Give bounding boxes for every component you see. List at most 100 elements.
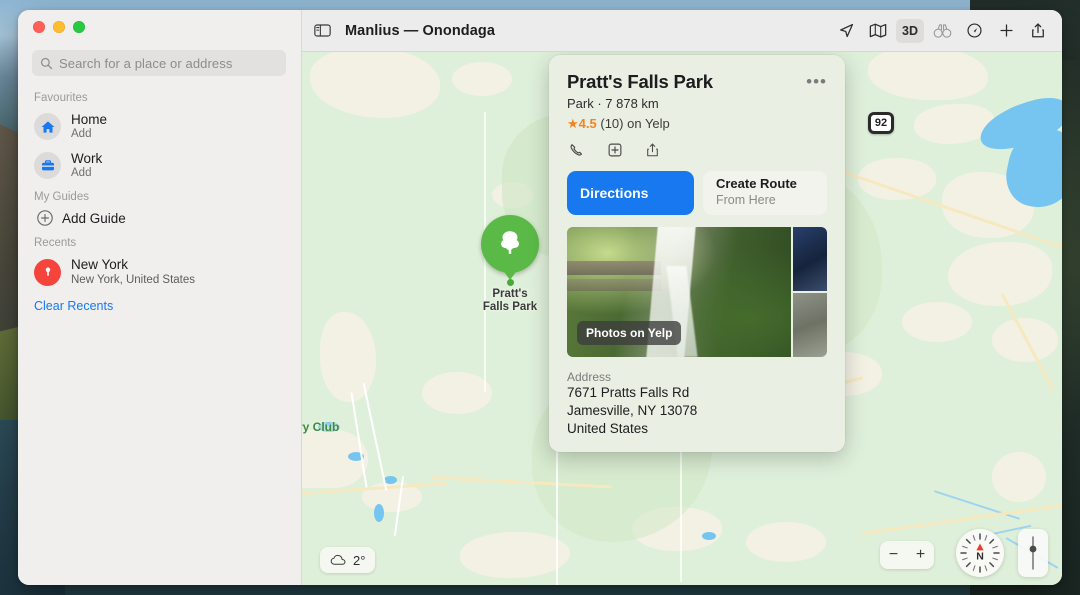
add-to-guide-icon[interactable] [607,142,623,158]
share-icon[interactable] [645,142,660,158]
weather-widget[interactable]: 2° [320,547,376,573]
window-controls [33,21,85,33]
sidebar-toggle-icon[interactable] [314,23,331,38]
pitch-slider[interactable] [1018,529,1048,577]
photo-rock-layer [567,279,662,291]
close-button[interactable] [33,21,45,33]
sidebar: Search for a place or address Favourites… [18,10,302,585]
search-icon [40,57,53,70]
route-shield-92: 92 [868,112,894,134]
map-pin-icon [34,258,61,286]
sidebar-item-recent-new-york[interactable]: New York New York, United States [18,253,301,291]
sidebar-item-add-guide[interactable]: Add Guide [18,206,301,230]
map-pond [702,532,716,540]
route-shield-number: 92 [871,115,891,131]
map-land-patch [422,372,492,414]
recent-title: New York [71,257,129,272]
place-photo-strip[interactable]: Photos on Yelp [567,227,827,357]
main-area: Manlius — Onondaga 3D 92 ry Club Pratt's… [302,10,1062,585]
cloud-icon [330,554,347,566]
poi-pin-bubble [481,215,539,273]
add-guide-label: Add Guide [62,210,126,226]
map-land-patch [902,302,972,342]
zoom-controls: − + [880,541,934,569]
recent-subtitle: New York, United States [71,274,196,286]
svg-text:N: N [976,551,984,563]
three-d-label: 3D [902,23,918,38]
poi-label-line1: Pratt's [492,288,528,300]
map-land-patch [310,52,440,118]
map-land-patch [746,522,826,562]
work-title: Work [71,151,103,166]
phone-icon[interactable] [569,142,585,158]
place-card-header: Pratt's Falls Park ••• [567,71,827,93]
map-land-patch [868,52,988,100]
more-options-button[interactable]: ••• [806,73,827,90]
section-header-favourites: Favourites [34,92,88,104]
directions-button[interactable]: Directions [567,171,694,215]
rating-source: on Yelp [627,116,670,131]
poi-anchor-dot [506,279,514,286]
place-rating[interactable]: ★4.5 (10) on Yelp [567,116,827,132]
create-route-title: Create Route [715,176,797,191]
map-road-local [362,382,388,492]
work-subtitle: Add [71,167,92,179]
home-title: Home [71,112,108,127]
location-arrow-icon[interactable] [832,19,860,43]
clear-recents-button[interactable]: Clear Recents [18,291,301,313]
section-header-recents: Recents [34,237,77,249]
rating-count: (10) [600,116,624,131]
place-photo-thumb-1[interactable] [793,227,827,291]
zoom-in-button[interactable]: + [907,547,934,563]
work-labels: Work Add [71,151,102,180]
map-land-patch [320,312,376,402]
poi-label: Pratt's Falls Park [483,288,537,314]
pitch-slider-icon [1029,536,1037,570]
recent-labels: New York New York, United States [71,257,195,287]
search-placeholder-text: Search for a place or address [59,55,233,71]
create-route-button[interactable]: Create Route From Here [702,171,827,215]
map-pond [374,504,384,522]
home-labels: Home Add [71,112,107,141]
three-d-toggle[interactable]: 3D [896,18,924,43]
share-icon[interactable] [1024,19,1052,43]
plus-icon[interactable] [992,19,1020,43]
tree-icon [495,227,525,262]
photos-source-badge[interactable]: Photos on Yelp [577,321,682,345]
place-photo-thumbnails [793,227,827,357]
poi-label-line2: Falls Park [482,301,538,313]
map-land-patch [452,62,512,96]
toolbar-buttons: 3D [832,18,1052,43]
search-input[interactable]: Search for a place or address [32,50,286,76]
section-header-my-guides: My Guides [34,191,89,203]
map-canvas[interactable]: 92 ry Club Pratt's Falls Park Pratt's Fa… [302,52,1062,585]
compass-control[interactable]: N [956,529,1004,577]
maps-window: Search for a place or address Favourites… [18,10,1062,585]
star-icon: ★ [567,116,579,131]
map-land-patch [460,532,570,578]
binoculars-icon[interactable] [928,19,956,43]
map-land-patch [948,242,1052,306]
sidebar-item-work[interactable]: Work Add [18,146,301,185]
map-style-icon[interactable] [864,19,892,43]
compass-icon: N [960,533,1000,573]
address-line-2: Jamesville, NY 13078 [567,403,698,418]
page-title: Manlius — Onondaga [345,22,496,39]
map-poi-pratts-falls-park[interactable]: Pratt's Falls Park [480,215,540,314]
place-photo-thumb-2[interactable] [793,293,827,357]
place-action-icons [567,142,827,158]
minimize-button[interactable] [53,21,65,33]
home-subtitle: Add [71,128,92,140]
zoom-out-button[interactable]: − [880,547,907,563]
address-line-1: 7671 Pratts Falls Rd [567,385,690,400]
place-card: Pratt's Falls Park ••• Park · 7 878 km ★… [549,55,845,452]
compass-north-arrow [976,543,984,551]
compass-rotate-icon[interactable] [960,19,988,43]
sidebar-item-home[interactable]: Home Add [18,107,301,146]
home-icon [34,113,61,140]
place-card-buttons: Directions Create Route From Here [567,171,827,215]
place-title: Pratt's Falls Park [567,71,713,92]
temperature-value: 2° [353,552,366,568]
place-subtitle: Park · 7 878 km [567,96,659,111]
zoom-button[interactable] [73,21,85,33]
